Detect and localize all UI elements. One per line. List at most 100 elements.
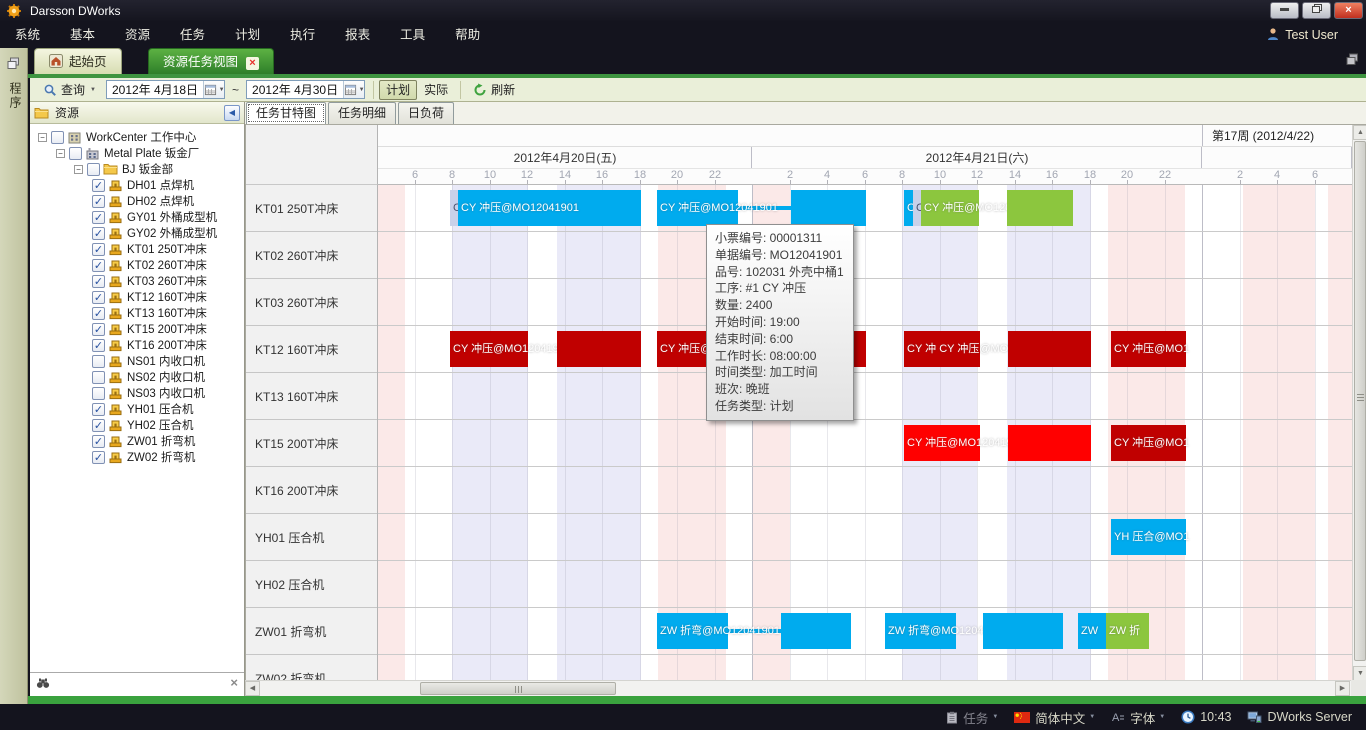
tree-item-ZW02[interactable]: ✓ZW02 折弯机	[30, 449, 244, 465]
date-from-calendar-button[interactable]: ▼	[203, 81, 224, 98]
tree-checkbox[interactable]: ✓	[92, 435, 105, 448]
minimize-button[interactable]	[1270, 2, 1299, 19]
vertical-scrollbar[interactable]: ▲ ▼	[1352, 125, 1366, 681]
gantt-task-bar[interactable]: CY 冲压@MO12041903	[904, 425, 980, 461]
program-dock-strip[interactable]: 程序	[0, 48, 28, 704]
tree-item-GY02[interactable]: ✓GY02 外桶成型机	[30, 225, 244, 241]
gantt-task-bar[interactable]	[1008, 425, 1091, 461]
refresh-button[interactable]: 刷新	[466, 80, 522, 100]
tab-task-detail[interactable]: 任务明细	[328, 102, 396, 124]
gantt-task-bar[interactable]: CY 冲压@MO12041901	[458, 190, 641, 226]
scroll-left-icon[interactable]: ◀	[245, 681, 260, 696]
menu-item-系统[interactable]: 系统	[0, 22, 55, 48]
tree-item-KT02[interactable]: ✓KT02 260T冲床	[30, 257, 244, 273]
tree-expander-icon[interactable]: −	[74, 165, 83, 174]
window-list-icon[interactable]	[1345, 52, 1360, 67]
tree-checkbox[interactable]: ✓	[92, 243, 105, 256]
tree-item-KT13[interactable]: ✓KT13 160T冲床	[30, 305, 244, 321]
tree-checkbox[interactable]: ✓	[92, 275, 105, 288]
tree-checkbox[interactable]: ✓	[92, 227, 105, 240]
tree-checkbox[interactable]: ✓	[92, 179, 105, 192]
close-button[interactable]: ×	[1334, 2, 1363, 19]
gantt-task-bar[interactable]: ZW 折弯@MO12041901	[657, 613, 728, 649]
horizontal-scrollbar[interactable]: ◀ ▶	[245, 680, 1351, 696]
tree-item-NS03[interactable]: NS03 内收口机	[30, 385, 244, 401]
tree-checkbox[interactable]	[51, 131, 64, 144]
gantt-task-bar[interactable]: CY 冲压@MO12041904	[450, 331, 528, 367]
gantt-task-bar[interactable]	[1007, 190, 1073, 226]
gantt-task-bar[interactable]: C	[913, 190, 921, 226]
tab-resource-task-view[interactable]: 资源任务视图×	[148, 48, 274, 74]
tree-item-BJ[interactable]: −BJ 钣金部	[30, 161, 244, 177]
gantt-task-bar[interactable]: CY 冲压@MO12041901	[657, 190, 738, 226]
gantt-task-bar[interactable]: ZW	[1078, 613, 1106, 649]
menu-item-执行[interactable]: 执行	[275, 22, 330, 48]
collapse-panel-button[interactable]: ◀	[224, 105, 240, 121]
tab-daily-load[interactable]: 日负荷	[398, 102, 454, 124]
tree-checkbox[interactable]: ✓	[92, 419, 105, 432]
menu-item-计划[interactable]: 计划	[220, 22, 275, 48]
tree-item-WorkCenter[interactable]: −WorkCenter 工作中心	[30, 129, 244, 145]
tree-checkbox[interactable]: ✓	[92, 291, 105, 304]
vertical-scroll-thumb[interactable]	[1354, 141, 1366, 661]
query-button[interactable]: 查询 ▼	[36, 80, 103, 100]
gantt-task-bar[interactable]	[1008, 331, 1091, 367]
gantt-task-bar[interactable]	[781, 613, 851, 649]
gantt-task-bar[interactable]: CY 冲压@MO1	[1111, 331, 1186, 367]
tree-checkbox[interactable]: ✓	[92, 339, 105, 352]
tree-item-GY01[interactable]: ✓GY01 外桶成型机	[30, 209, 244, 225]
status-item-简体中文[interactable]: 简体中文▼	[1014, 708, 1095, 727]
tree-checkbox[interactable]: ✓	[92, 323, 105, 336]
tree-checkbox[interactable]	[92, 355, 105, 368]
tree-item-YH02[interactable]: ✓YH02 压合机	[30, 417, 244, 433]
gantt-task-bar[interactable]: YH 压合@MO1	[1111, 519, 1186, 555]
gantt-task-bar[interactable]: C	[450, 190, 458, 226]
tree-expander-icon[interactable]: −	[56, 149, 65, 158]
horizontal-scroll-thumb[interactable]	[420, 682, 616, 695]
tree-checkbox[interactable]	[92, 371, 105, 384]
gantt-task-bar[interactable]	[557, 331, 641, 367]
gantt-task-bar[interactable]: CY 冲压@MO1	[1111, 425, 1186, 461]
gantt-task-bar[interactable]: CY 冲压@MO12041902	[921, 190, 979, 226]
menu-item-工具[interactable]: 工具	[385, 22, 440, 48]
gantt-task-bar[interactable]: C	[904, 190, 913, 226]
menu-item-帮助[interactable]: 帮助	[440, 22, 495, 48]
tree-item-KT12[interactable]: ✓KT12 160T冲床	[30, 289, 244, 305]
tab-close-icon[interactable]: ×	[246, 57, 259, 70]
status-item-任务[interactable]: 任务▼	[946, 708, 998, 727]
binoculars-icon[interactable]	[36, 677, 50, 689]
tree-item-DH02[interactable]: ✓DH02 点焊机	[30, 193, 244, 209]
plan-toggle-button[interactable]: 计划	[379, 80, 417, 100]
date-to-calendar-button[interactable]: ▼	[343, 81, 364, 98]
tree-checkbox[interactable]: ✓	[92, 259, 105, 272]
tab-task-gantt[interactable]: 任务甘特图	[246, 102, 326, 124]
gantt-task-bar[interactable]	[791, 190, 866, 226]
tree-checkbox[interactable]	[92, 387, 105, 400]
tree-item-NS01[interactable]: NS01 内收口机	[30, 353, 244, 369]
tree-expander-icon[interactable]: −	[38, 133, 47, 142]
menu-item-报表[interactable]: 报表	[330, 22, 385, 48]
scroll-up-icon[interactable]: ▲	[1353, 125, 1366, 140]
tree-checkbox[interactable]	[69, 147, 82, 160]
tree-checkbox[interactable]: ✓	[92, 307, 105, 320]
menu-item-资源[interactable]: 资源	[110, 22, 165, 48]
gantt-task-bar[interactable]	[983, 613, 1063, 649]
status-item-字体[interactable]: A字体▼	[1111, 708, 1165, 727]
scroll-right-icon[interactable]: ▶	[1335, 681, 1350, 696]
date-from-field[interactable]: 2012年 4月18日 ▼	[106, 80, 225, 99]
tree-item-YH01[interactable]: ✓YH01 压合机	[30, 401, 244, 417]
menu-item-任务[interactable]: 任务	[165, 22, 220, 48]
tree-item-KT15[interactable]: ✓KT15 200T冲床	[30, 321, 244, 337]
footer-close-icon[interactable]: ×	[230, 675, 238, 690]
actual-toggle-button[interactable]: 实际	[417, 80, 455, 100]
menu-item-基本[interactable]: 基本	[55, 22, 110, 48]
tree-checkbox[interactable]: ✓	[92, 451, 105, 464]
tree-item-KT16[interactable]: ✓KT16 200T冲床	[30, 337, 244, 353]
date-to-field[interactable]: 2012年 4月30日 ▼	[246, 80, 365, 99]
gantt-task-bar[interactable]: ZW 折弯@MO12041901	[885, 613, 956, 649]
tree-item-NS02[interactable]: NS02 内收口机	[30, 369, 244, 385]
tree-checkbox[interactable]: ✓	[92, 211, 105, 224]
tree-item-DH01[interactable]: ✓DH01 点焊机	[30, 177, 244, 193]
tree-checkbox[interactable]: ✓	[92, 195, 105, 208]
tree-item-KT01[interactable]: ✓KT01 250T冲床	[30, 241, 244, 257]
